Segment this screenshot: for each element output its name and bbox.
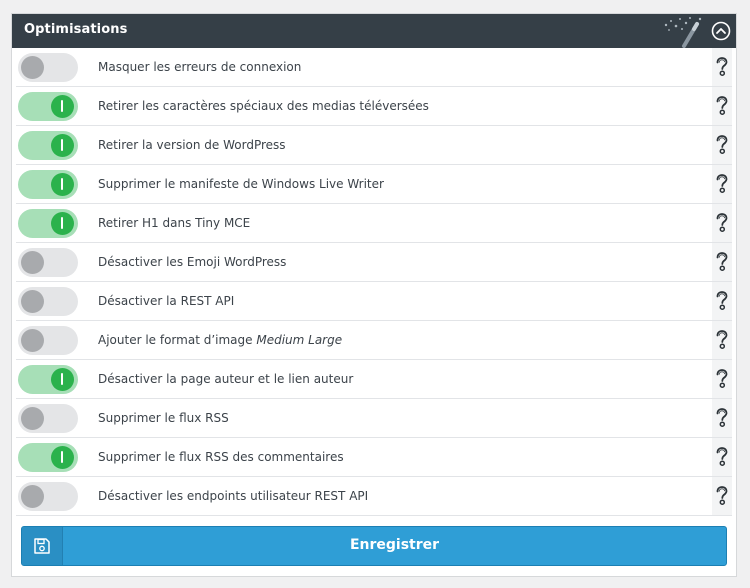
toggle-knob [51, 446, 74, 469]
help-button[interactable] [712, 282, 732, 320]
option-row: Retirer les caractères spéciaux des medi… [16, 87, 732, 126]
question-mark-icon [716, 447, 728, 466]
help-button[interactable] [712, 87, 732, 125]
option-toggle[interactable] [18, 365, 78, 394]
help-button[interactable] [712, 48, 732, 86]
question-mark-icon [716, 486, 728, 505]
toggle-knob [51, 173, 74, 196]
option-label-text: Supprimer le flux RSS des commentaires [98, 450, 344, 464]
option-label-text: Supprimer le flux RSS [98, 411, 229, 425]
question-mark-icon [716, 213, 728, 232]
option-label-text: Retirer la version de WordPress [98, 138, 286, 152]
option-label-text: Désactiver la REST API [98, 294, 235, 308]
floppy-disk-icon [34, 538, 50, 554]
chevron-up-circle-icon [711, 21, 731, 41]
question-mark-icon [716, 252, 728, 271]
option-row: Désactiver la page auteur et le lien aut… [16, 360, 732, 399]
option-row: Supprimer le flux RSS des commentaires [16, 438, 732, 477]
help-button[interactable] [712, 360, 732, 398]
option-row: Masquer les erreurs de connexion [16, 48, 732, 87]
option-label: Retirer les caractères spéciaux des medi… [98, 99, 429, 113]
save-button-label: Enregistrer [349, 537, 440, 553]
option-toggle[interactable] [18, 92, 78, 121]
option-label: Ajouter le format d’image Medium Large [98, 333, 342, 347]
help-button[interactable] [712, 243, 732, 281]
question-mark-icon [716, 330, 728, 349]
option-toggle[interactable] [18, 53, 78, 82]
help-button[interactable] [712, 477, 732, 515]
option-label-text: Masquer les erreurs de connexion [98, 60, 302, 74]
option-label-emphasis: Medium Large [256, 333, 343, 347]
option-toggle[interactable] [18, 482, 78, 511]
question-mark-icon [716, 369, 728, 388]
option-row: Désactiver les Emoji WordPress [16, 243, 732, 282]
toggle-knob [21, 290, 44, 313]
option-toggle[interactable] [18, 404, 78, 433]
option-label: Désactiver les endpoints utilisateur RES… [98, 489, 368, 503]
question-mark-icon [716, 135, 728, 154]
panel-title: Optimisations [24, 22, 128, 37]
question-mark-icon [716, 174, 728, 193]
option-toggle[interactable] [18, 209, 78, 238]
option-label: Supprimer le manifeste de Windows Live W… [98, 177, 384, 191]
options-list: Masquer les erreurs de connexion Retirer … [16, 48, 732, 516]
save-icon-box [22, 527, 63, 565]
help-button[interactable] [712, 399, 732, 437]
panel-header: Optimisations [12, 14, 736, 48]
option-label: Désactiver la page auteur et le lien aut… [98, 372, 353, 386]
option-label-text: Retirer H1 dans Tiny MCE [98, 216, 251, 230]
toggle-knob [51, 134, 74, 157]
question-mark-icon [716, 96, 728, 115]
option-label: Masquer les erreurs de connexion [98, 60, 301, 74]
toggle-knob [21, 251, 44, 274]
toggle-knob [21, 329, 44, 352]
option-label: Retirer la version de WordPress [98, 138, 286, 152]
toggle-knob [21, 407, 44, 430]
option-row: Ajouter le format d’image Medium Large [16, 321, 732, 360]
question-mark-icon [716, 57, 728, 76]
option-label-text: Retirer les caractères spéciaux des medi… [98, 99, 429, 113]
option-toggle[interactable] [18, 287, 78, 316]
option-label: Désactiver les Emoji WordPress [98, 255, 286, 269]
option-toggle[interactable] [18, 170, 78, 199]
toggle-knob [51, 368, 74, 391]
option-toggle[interactable] [18, 248, 78, 277]
option-row: Désactiver la REST API [16, 282, 732, 321]
option-row: Désactiver les endpoints utilisateur RES… [16, 477, 732, 516]
panel-footer: Enregistrer [12, 516, 736, 576]
option-label: Désactiver la REST API [98, 294, 234, 308]
option-toggle[interactable] [18, 326, 78, 355]
option-row: Supprimer le manifeste de Windows Live W… [16, 165, 732, 204]
option-row: Retirer la version de WordPress [16, 126, 732, 165]
toggle-knob [51, 212, 74, 235]
help-button[interactable] [712, 126, 732, 164]
option-label-text: Désactiver les endpoints utilisateur RES… [98, 489, 369, 503]
option-toggle[interactable] [18, 443, 78, 472]
magic-wand-icon [660, 15, 704, 48]
question-mark-icon [716, 408, 728, 427]
help-button[interactable] [712, 165, 732, 203]
collapse-button[interactable] [711, 21, 731, 41]
option-toggle[interactable] [18, 131, 78, 160]
option-row: Retirer H1 dans Tiny MCE [16, 204, 732, 243]
option-label-text: Ajouter le format d’image [98, 333, 257, 347]
option-label: Retirer H1 dans Tiny MCE [98, 216, 250, 230]
toggle-knob [51, 95, 74, 118]
question-mark-icon [716, 291, 728, 310]
help-button[interactable] [712, 321, 732, 359]
toggle-knob [21, 56, 44, 79]
option-label-text: Supprimer le manifeste de Windows Live W… [98, 177, 384, 191]
option-label: Supprimer le flux RSS [98, 411, 229, 425]
option-row: Supprimer le flux RSS [16, 399, 732, 438]
option-label-text: Désactiver la page auteur et le lien aut… [98, 372, 354, 386]
toggle-knob [21, 485, 44, 508]
save-button[interactable]: Enregistrer [21, 526, 727, 566]
help-button[interactable] [712, 438, 732, 476]
help-button[interactable] [712, 204, 732, 242]
option-label-text: Désactiver les Emoji WordPress [98, 255, 287, 269]
optimisations-panel: Optimisations Masquer les erreurs de con… [11, 13, 737, 577]
option-label: Supprimer le flux RSS des commentaires [98, 450, 344, 464]
